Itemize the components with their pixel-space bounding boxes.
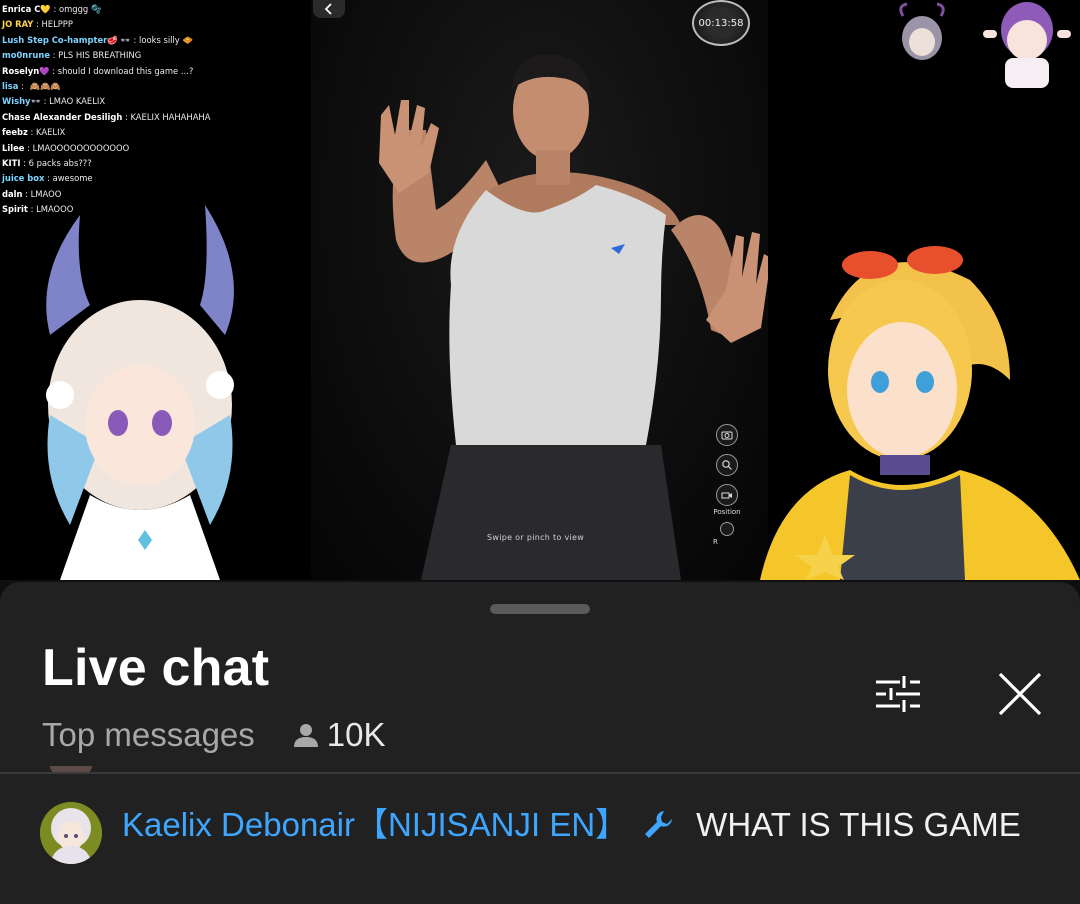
reset-button[interactable]: [720, 522, 734, 536]
stream-chat-separator: :: [33, 19, 42, 30]
game-timer: 00:13:58: [692, 0, 750, 46]
stream-chat-separator: :: [24, 142, 33, 153]
stream-chat-line: KITI : 6 packs abs???: [2, 156, 302, 171]
stream-chat-emote: 🧇: [182, 34, 194, 45]
stream-chat-username: juice box: [2, 173, 45, 184]
stream-chat-username: lisa: [2, 81, 19, 92]
stream-chat-line: mo0nrune : PLS HIS BREATHING: [2, 48, 302, 63]
author-avatar-image: [40, 802, 102, 864]
viewer-count-group: 10K: [291, 716, 386, 754]
stream-chat-text: LMAOOOOOOOOOOOO: [32, 142, 130, 153]
stream-chat-username: Roselyn: [2, 65, 40, 76]
message-body: Kaelix Debonair【NIJISANJI EN】 WHAT IS THI…: [122, 804, 1022, 848]
stream-chat-username: Enrica C: [2, 4, 41, 14]
stream-chat-text: should I download this game ...?: [57, 65, 194, 76]
person-icon: [293, 724, 318, 747]
message-text: WHAT IS THIS GAME: [696, 806, 1021, 843]
stream-chat-username: Wishy: [2, 96, 31, 107]
video-player[interactable]: Enrica C💛 : omggg 🫧 JO RAY : HELPPP Lush St…: [0, 0, 1080, 580]
stream-chat-line: Enrica C💛 : omggg 🫧: [2, 2, 302, 17]
vtuber-avatar-left: [46, 205, 234, 580]
divider: [0, 772, 1080, 774]
chevron-left-icon: [324, 3, 332, 15]
stream-chat-line: Roselyn💜 : should I download this game .…: [2, 64, 302, 79]
stream-chat-separator: :: [40, 96, 50, 107]
stream-chat-text: KAELIX HAHAHAHA: [130, 111, 211, 122]
stream-chat-username: Lilee: [2, 142, 25, 153]
drag-handle[interactable]: [490, 604, 590, 614]
stream-chat-text: HELPPP: [41, 19, 73, 30]
viewer-count: 10K: [326, 716, 386, 753]
chat-mode-selector[interactable]: Top messages: [42, 716, 255, 754]
stream-chat-username: mo0nrune: [2, 50, 51, 61]
game-view: [311, 0, 768, 580]
camera-icon: [721, 431, 733, 440]
stream-chat-line: juice box : awesome: [2, 171, 302, 186]
stream-chat-username: Chase Alexander Desiligh: [2, 111, 123, 122]
reset-label: R: [713, 538, 718, 546]
stream-chat-text: PLS HIS BREATHING: [58, 50, 142, 61]
stream-chat-emote: 🙈🙈🙈: [29, 81, 61, 92]
stream-chat-separator: :: [50, 4, 59, 14]
position-button[interactable]: [716, 484, 738, 506]
stream-chat-line: Lush Step Co-hampter🥩 👓 : looks silly 🧇: [2, 33, 302, 48]
message-author[interactable]: Kaelix Debonair【NIJISANJI EN】: [122, 806, 628, 843]
avatar[interactable]: [40, 802, 102, 864]
stream-chat-line: feebz : KAELIX: [2, 125, 302, 140]
swipe-hint: Swipe or pinch to view: [487, 533, 585, 542]
stream-chat-text: KAELIX: [36, 127, 66, 138]
camera-button[interactable]: [716, 424, 738, 446]
chat-filter-button[interactable]: [870, 670, 926, 718]
game-side-controls: Position R: [712, 424, 742, 552]
position-label: Position: [713, 508, 741, 516]
stream-chat-line: Chase Alexander Desiligh : KAELIX HAHAHA…: [2, 110, 302, 125]
stream-chat-separator: :: [27, 127, 37, 138]
close-icon: [998, 672, 1042, 716]
close-button[interactable]: [992, 666, 1048, 722]
stream-chat-separator: :: [18, 81, 27, 92]
stream-chat-text: awesome: [52, 173, 93, 184]
vtuber-avatar-right: [760, 246, 1080, 580]
stream-chat-badge: 💜: [39, 65, 50, 76]
stream-chat-badge: 🥩 👓: [107, 34, 131, 45]
stream-chat-badge: 💛: [40, 4, 51, 14]
zoom-button[interactable]: [716, 454, 738, 476]
stream-chat-overlay: Enrica C💛 : omggg 🫧 JO RAY : HELPPP Lush St…: [2, 2, 302, 218]
stream-chat-username: JO RAY: [2, 19, 34, 30]
game-back-button[interactable]: [313, 0, 345, 18]
wrench-icon: [642, 806, 676, 848]
stream-chat-line: Lilee : LMAOOOOOOOOOOOO: [2, 141, 302, 156]
stream-chat-separator: :: [49, 65, 58, 76]
stream-chat-username: KITI: [2, 158, 21, 169]
game-character: [379, 54, 768, 580]
live-chat-panel: Live chat Top messages 10K Kaelix Debona…: [0, 582, 1080, 904]
chat-mode-row: Top messages 10K: [42, 716, 386, 754]
stream-chat-separator: :: [20, 158, 29, 169]
stream-chat-separator: :: [44, 173, 53, 184]
stream-chat-username: feebz: [2, 127, 28, 138]
video-camera-icon: [721, 492, 732, 499]
stream-chat-separator: :: [50, 50, 59, 61]
stream-chat-username: Lush Step Co-hampter: [2, 34, 108, 45]
stream-chat-badge: 👓: [30, 96, 41, 107]
live-chat-title: Live chat: [42, 639, 270, 697]
stream-chat-text: 6 packs abs???: [28, 158, 92, 169]
stream-chat-text: LMAO KAELIX: [49, 96, 106, 107]
stream-chat-emote: 🫧: [91, 4, 102, 14]
magnifier-icon: [722, 460, 732, 470]
stream-chat-text: looks silly: [139, 34, 180, 45]
small-avatar-1: [899, 2, 945, 60]
stream-chat-line: Wishy👓 : LMAO KAELIX: [2, 94, 302, 109]
sliders-icon: [876, 676, 920, 712]
stream-chat-separator: :: [130, 34, 140, 45]
stream-chat-line: JO RAY : HELPPP: [2, 17, 302, 32]
small-avatar-2: [983, 2, 1071, 88]
stream-chat-text: omggg: [58, 4, 89, 14]
stream-chat-line: lisa : 🙈🙈🙈: [2, 79, 302, 94]
